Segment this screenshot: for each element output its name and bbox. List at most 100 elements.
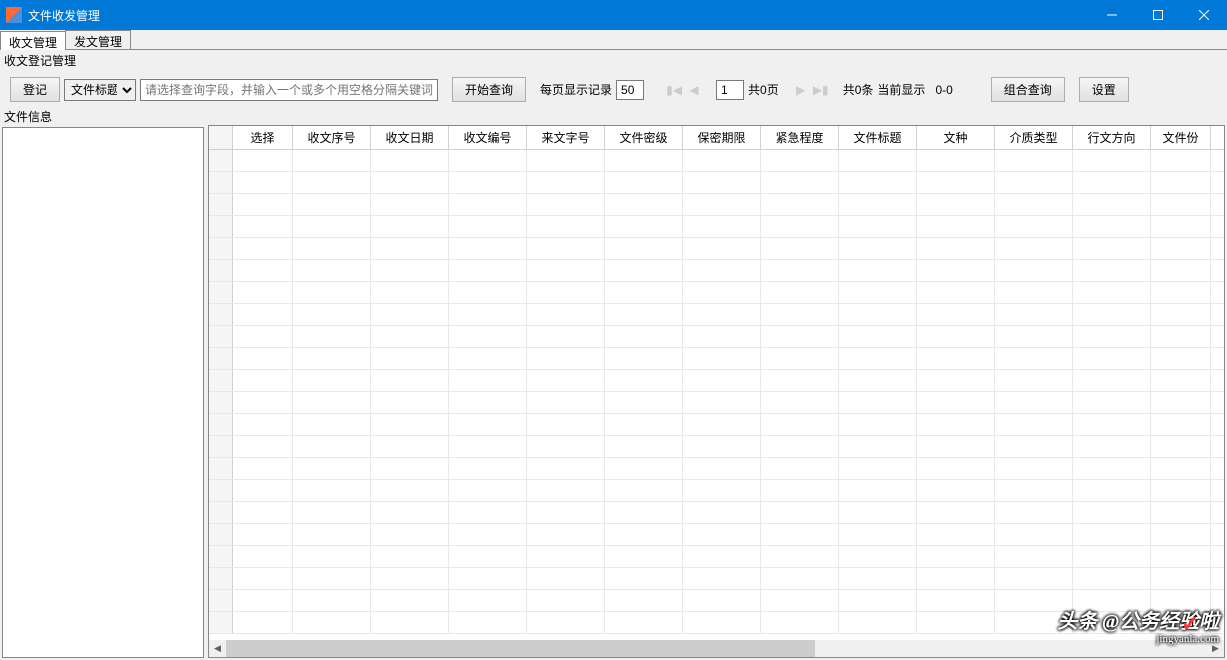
- column-header[interactable]: 选择: [233, 126, 293, 149]
- grid-cell: [839, 150, 917, 171]
- grid-cell: [761, 238, 839, 259]
- table-row[interactable]: [209, 348, 1224, 370]
- table-row[interactable]: [209, 172, 1224, 194]
- table-row[interactable]: [209, 238, 1224, 260]
- minimize-button[interactable]: [1089, 0, 1135, 30]
- titlebar: 文件收发管理: [0, 0, 1227, 30]
- column-header[interactable]: 收文日期: [371, 126, 449, 149]
- table-row[interactable]: [209, 150, 1224, 172]
- table-row[interactable]: [209, 568, 1224, 590]
- grid-corner: [209, 126, 233, 149]
- column-header[interactable]: 收文序号: [293, 126, 371, 149]
- column-header[interactable]: 保密期限: [683, 126, 761, 149]
- grid-cell: [371, 612, 449, 633]
- grid-cell: [683, 348, 761, 369]
- table-row[interactable]: [209, 414, 1224, 436]
- column-header[interactable]: 介质类型: [995, 126, 1073, 149]
- grid-cell: [683, 480, 761, 501]
- scroll-left-icon[interactable]: ◀: [209, 640, 226, 657]
- grid-cell: [371, 194, 449, 215]
- column-header[interactable]: 文件密级: [605, 126, 683, 149]
- grid-cell: [449, 172, 527, 193]
- sidebar-tree[interactable]: [2, 127, 204, 658]
- table-row[interactable]: [209, 546, 1224, 568]
- table-row[interactable]: [209, 370, 1224, 392]
- column-header[interactable]: 文件份: [1151, 126, 1211, 149]
- table-row[interactable]: [209, 480, 1224, 502]
- grid-cell: [761, 546, 839, 567]
- grid-cell: [233, 194, 293, 215]
- register-button[interactable]: 登记: [10, 77, 60, 102]
- grid-cell: [233, 326, 293, 347]
- column-header[interactable]: 行文方向: [1073, 126, 1151, 149]
- scroll-track[interactable]: [226, 640, 1207, 657]
- maximize-button[interactable]: [1135, 0, 1181, 30]
- grid-cell: [1151, 392, 1211, 413]
- table-row[interactable]: [209, 304, 1224, 326]
- grid-cell: [605, 194, 683, 215]
- grid-cell: [917, 370, 995, 391]
- grid-cell: [449, 348, 527, 369]
- scroll-thumb[interactable]: [226, 640, 815, 657]
- table-row[interactable]: [209, 216, 1224, 238]
- first-page-icon[interactable]: ▮◀: [666, 82, 682, 98]
- table-row[interactable]: [209, 326, 1224, 348]
- table-row[interactable]: [209, 612, 1224, 634]
- scroll-right-icon[interactable]: ▶: [1207, 640, 1224, 657]
- data-grid[interactable]: 选择收文序号收文日期收文编号来文字号文件密级保密期限紧急程度文件标题文种介质类型…: [208, 125, 1225, 658]
- table-row[interactable]: [209, 524, 1224, 546]
- column-header[interactable]: 来文字号: [527, 126, 605, 149]
- grid-cell: [449, 370, 527, 391]
- grid-cell: [761, 326, 839, 347]
- next-page-icon[interactable]: ▶: [793, 82, 809, 98]
- field-select[interactable]: 文件标题: [64, 79, 136, 101]
- column-header[interactable]: 文种: [917, 126, 995, 149]
- grid-cell: [605, 436, 683, 457]
- table-row[interactable]: [209, 282, 1224, 304]
- table-row[interactable]: [209, 392, 1224, 414]
- grid-cell: [371, 480, 449, 501]
- grid-cell: [1073, 590, 1151, 611]
- grid-cell: [293, 150, 371, 171]
- grid-body: [209, 150, 1224, 640]
- column-header[interactable]: 文件标题: [839, 126, 917, 149]
- grid-cell: [527, 348, 605, 369]
- table-row[interactable]: [209, 436, 1224, 458]
- grid-cell: [995, 260, 1073, 281]
- table-row[interactable]: [209, 502, 1224, 524]
- grid-cell: [233, 568, 293, 589]
- combo-query-button[interactable]: 组合查询: [991, 77, 1065, 102]
- grid-cell: [1151, 216, 1211, 237]
- grid-cell: [605, 282, 683, 303]
- last-page-icon[interactable]: ▶▮: [813, 82, 829, 98]
- horizontal-scrollbar[interactable]: ◀ ▶: [209, 640, 1224, 657]
- grid-cell: [293, 436, 371, 457]
- grid-cell: [527, 304, 605, 325]
- grid-cell: [995, 326, 1073, 347]
- table-row[interactable]: [209, 458, 1224, 480]
- tab-receive[interactable]: 收文管理: [0, 31, 66, 50]
- row-header: [209, 304, 233, 325]
- grid-cell: [371, 150, 449, 171]
- tab-send[interactable]: 发文管理: [65, 30, 131, 49]
- grid-cell: [527, 370, 605, 391]
- grid-cell: [839, 194, 917, 215]
- start-query-button[interactable]: 开始查询: [452, 77, 526, 102]
- prev-page-icon[interactable]: ◀: [686, 82, 702, 98]
- table-row[interactable]: [209, 590, 1224, 612]
- column-header[interactable]: 紧急程度: [761, 126, 839, 149]
- grid-cell: [683, 546, 761, 567]
- search-input[interactable]: [140, 79, 438, 101]
- page-size-input[interactable]: [616, 80, 644, 100]
- column-header[interactable]: 收文编号: [449, 126, 527, 149]
- grid-cell: [527, 436, 605, 457]
- table-row[interactable]: [209, 260, 1224, 282]
- page-input[interactable]: [716, 80, 744, 100]
- table-row[interactable]: [209, 194, 1224, 216]
- close-button[interactable]: [1181, 0, 1227, 30]
- grid-cell: [449, 194, 527, 215]
- grid-cell: [371, 524, 449, 545]
- grid-cell: [683, 568, 761, 589]
- settings-button[interactable]: 设置: [1079, 77, 1129, 102]
- grid-cell: [605, 392, 683, 413]
